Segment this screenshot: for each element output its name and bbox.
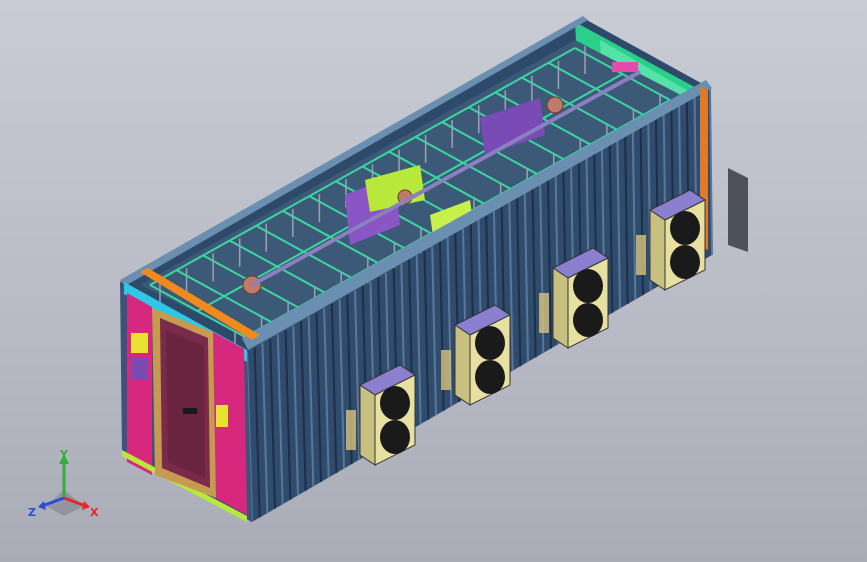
ac-fan-icon — [573, 303, 603, 337]
ac-bracket — [539, 293, 549, 333]
x-axis-label: X — [90, 506, 99, 519]
ac-side — [552, 267, 569, 349]
ac-bracket — [441, 350, 451, 390]
ac-fan-icon — [475, 326, 505, 360]
z-axis-label: Z — [28, 506, 36, 519]
ac-bracket — [636, 235, 646, 275]
ac-side — [454, 324, 471, 406]
ground-shadow — [728, 168, 748, 252]
ac-side — [649, 209, 666, 291]
cad-viewport[interactable]: Y X Z — [0, 0, 867, 562]
x-axis-arrow — [82, 501, 90, 510]
door-inner-panel — [166, 330, 205, 478]
end-face-side-panel — [216, 405, 228, 427]
door-handle[interactable] — [183, 408, 197, 414]
coordinate-triad: Y X Z — [28, 448, 99, 519]
ac-fan-icon — [380, 386, 410, 420]
ac-fan-icon — [670, 211, 700, 245]
top-panel-pink — [612, 62, 638, 72]
ac-fan-icon — [475, 360, 505, 394]
end-face-purple-panel — [131, 358, 148, 380]
duct-flange-3 — [546, 96, 564, 114]
container-3d-model[interactable] — [0, 0, 867, 562]
ac-fan-icon — [573, 269, 603, 303]
end-face-yellow-panel — [131, 333, 148, 353]
z-axis-arrow — [38, 501, 46, 510]
y-axis-label: Y — [59, 448, 69, 461]
ac-side — [359, 384, 376, 466]
ac-fan-icon — [670, 245, 700, 279]
ac-fan-icon — [380, 420, 410, 454]
end-face-magenta-left — [127, 293, 152, 475]
ac-bracket — [346, 410, 356, 450]
